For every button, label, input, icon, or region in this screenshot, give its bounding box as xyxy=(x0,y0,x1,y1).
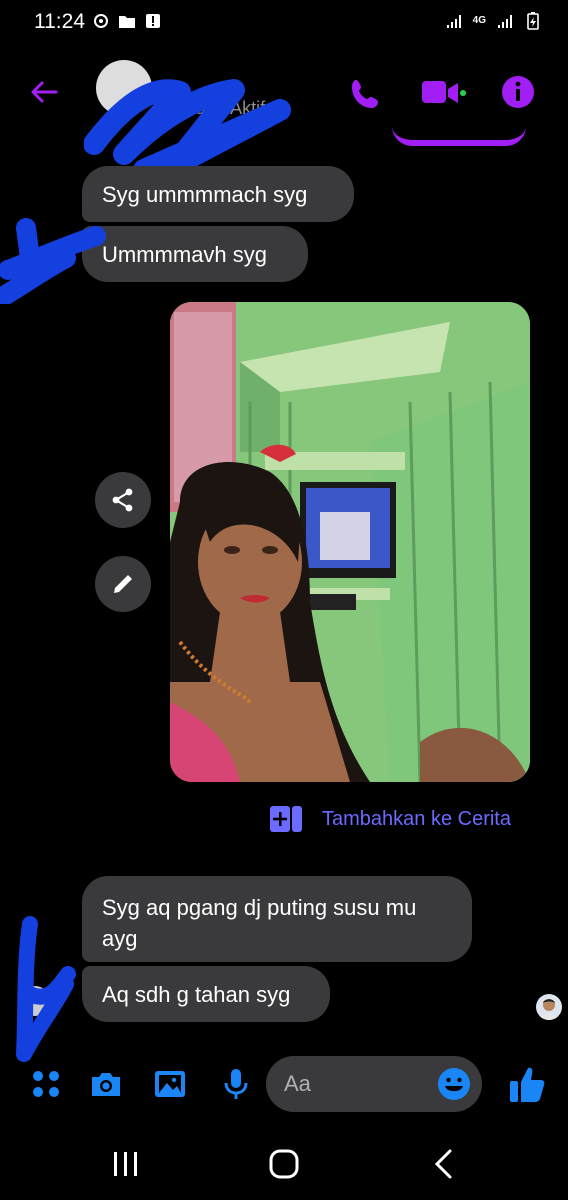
message-bubble[interactable]: Syg aq pgang dj puting susu mu ayg xyxy=(82,876,472,962)
gallery-icon[interactable] xyxy=(152,1066,188,1102)
message-bubble[interactable]: Ummmmavh syg xyxy=(82,226,308,282)
battery-icon xyxy=(527,12,539,30)
back-icon[interactable] xyxy=(424,1144,464,1184)
message-composer xyxy=(0,1054,568,1114)
message-input[interactable] xyxy=(284,1056,434,1112)
active-status-dot xyxy=(460,90,466,96)
share-button[interactable] xyxy=(95,472,151,528)
video-camera-icon[interactable] xyxy=(420,76,466,110)
shared-photo xyxy=(170,302,530,782)
phone-icon[interactable] xyxy=(346,74,386,114)
redaction-scribble xyxy=(84,79,291,178)
read-receipt-avatar xyxy=(536,994,562,1020)
message-field[interactable] xyxy=(266,1056,482,1112)
signal-icon-2 xyxy=(498,15,512,28)
menu-dots-icon[interactable] xyxy=(28,1066,64,1102)
notification-icon xyxy=(94,14,108,28)
home-icon[interactable] xyxy=(264,1144,304,1184)
signal-icon xyxy=(446,15,461,28)
network-type: 4G xyxy=(472,15,486,26)
folder-icon xyxy=(119,16,135,28)
status-bar: 11:24 4G xyxy=(0,0,568,46)
share-icon xyxy=(112,488,133,512)
add-to-story-label: Tambahkan ke Cerita xyxy=(322,807,511,830)
status-time: 11:24 xyxy=(34,10,85,33)
emoji-icon[interactable] xyxy=(436,1066,472,1102)
redaction-scribble xyxy=(0,218,106,304)
message-bubble[interactable]: Aq sdh g tahan syg xyxy=(82,966,330,1022)
back-arrow-icon[interactable] xyxy=(26,74,62,110)
message-bubble[interactable]: Syg ummmmach syg xyxy=(82,166,354,222)
pencil-icon xyxy=(114,575,132,593)
redaction-scribble xyxy=(16,916,76,1062)
info-icon[interactable] xyxy=(498,72,538,112)
header-underline xyxy=(392,126,526,146)
alert-icon xyxy=(146,14,160,28)
edit-button[interactable] xyxy=(95,556,151,612)
chat-header: Sedang Aktif xyxy=(0,48,568,178)
microphone-icon[interactable] xyxy=(218,1066,254,1102)
add-to-story-button[interactable]: Tambahkan ke Cerita xyxy=(270,804,511,834)
add-story-icon xyxy=(270,806,302,832)
thumbs-up-icon[interactable] xyxy=(508,1064,546,1104)
camera-icon[interactable] xyxy=(88,1066,124,1102)
recent-apps-icon[interactable] xyxy=(106,1144,146,1184)
system-nav-bar xyxy=(0,1126,568,1200)
photo-message[interactable] xyxy=(170,302,530,782)
